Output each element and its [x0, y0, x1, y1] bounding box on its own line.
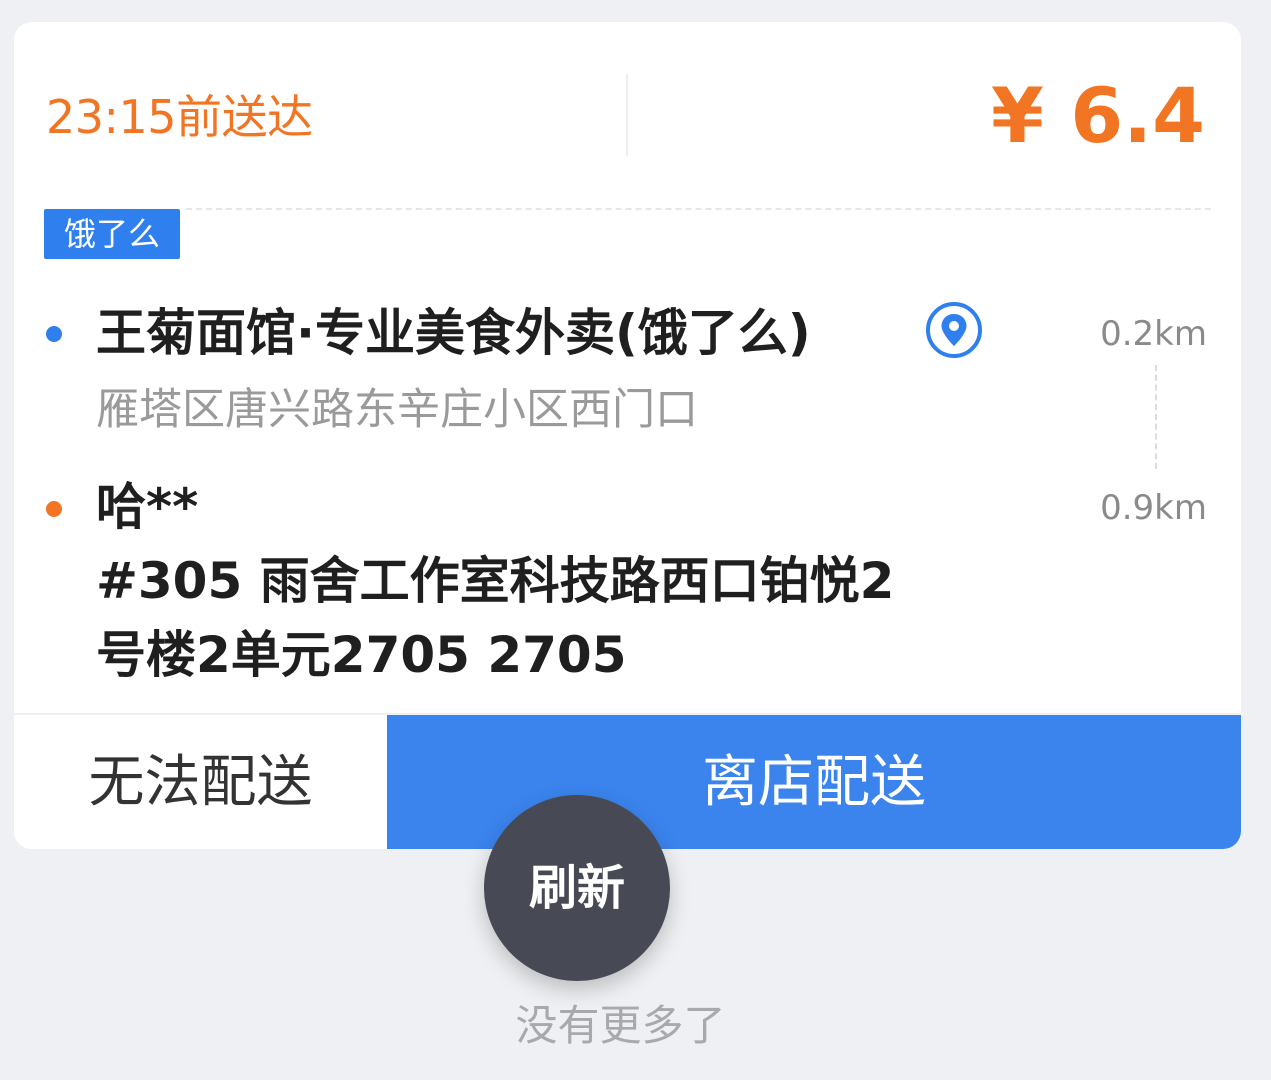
- store-name: 王菊面馆·专业美食外卖(饿了么): [96, 304, 811, 362]
- header-divider: [626, 74, 628, 156]
- customer-address-line-1: #305 雨舍工作室科技路西口铂悦2: [96, 552, 895, 610]
- pickup-distance: 0.2km: [1100, 314, 1207, 354]
- customer-address-line-2: 号楼2单元2705 2705: [96, 626, 627, 684]
- section-divider: [186, 208, 1211, 210]
- delivery-deadline: 23:15前送达: [46, 90, 313, 144]
- order-header: 23:15前送达 ¥ 6.4: [14, 22, 1241, 207]
- order-card: 23:15前送达 ¥ 6.4 饿了么 王菊面馆·专业美食外卖(饿了么) 雁塔区唐…: [14, 22, 1241, 849]
- store-address: 雁塔区唐兴路东辛庄小区西门口: [96, 385, 698, 435]
- customer-name: 哈**: [96, 478, 199, 536]
- pickup-dot-icon: [46, 326, 62, 342]
- location-pin-icon[interactable]: [924, 300, 984, 360]
- cannot-deliver-button[interactable]: 无法配送: [14, 715, 387, 849]
- refresh-button[interactable]: 刷新: [484, 795, 670, 981]
- dropoff-dot-icon: [46, 501, 62, 517]
- platform-tag: 饿了么: [44, 209, 180, 259]
- order-price: ¥ 6.4: [991, 71, 1205, 160]
- dropoff-distance: 0.9km: [1100, 488, 1207, 528]
- route-connector: [1155, 365, 1157, 469]
- no-more-text: 没有更多了: [515, 1001, 726, 1050]
- customer-address: #305 雨舍工作室科技路西口铂悦2 号楼2单元2705 2705: [96, 544, 1026, 692]
